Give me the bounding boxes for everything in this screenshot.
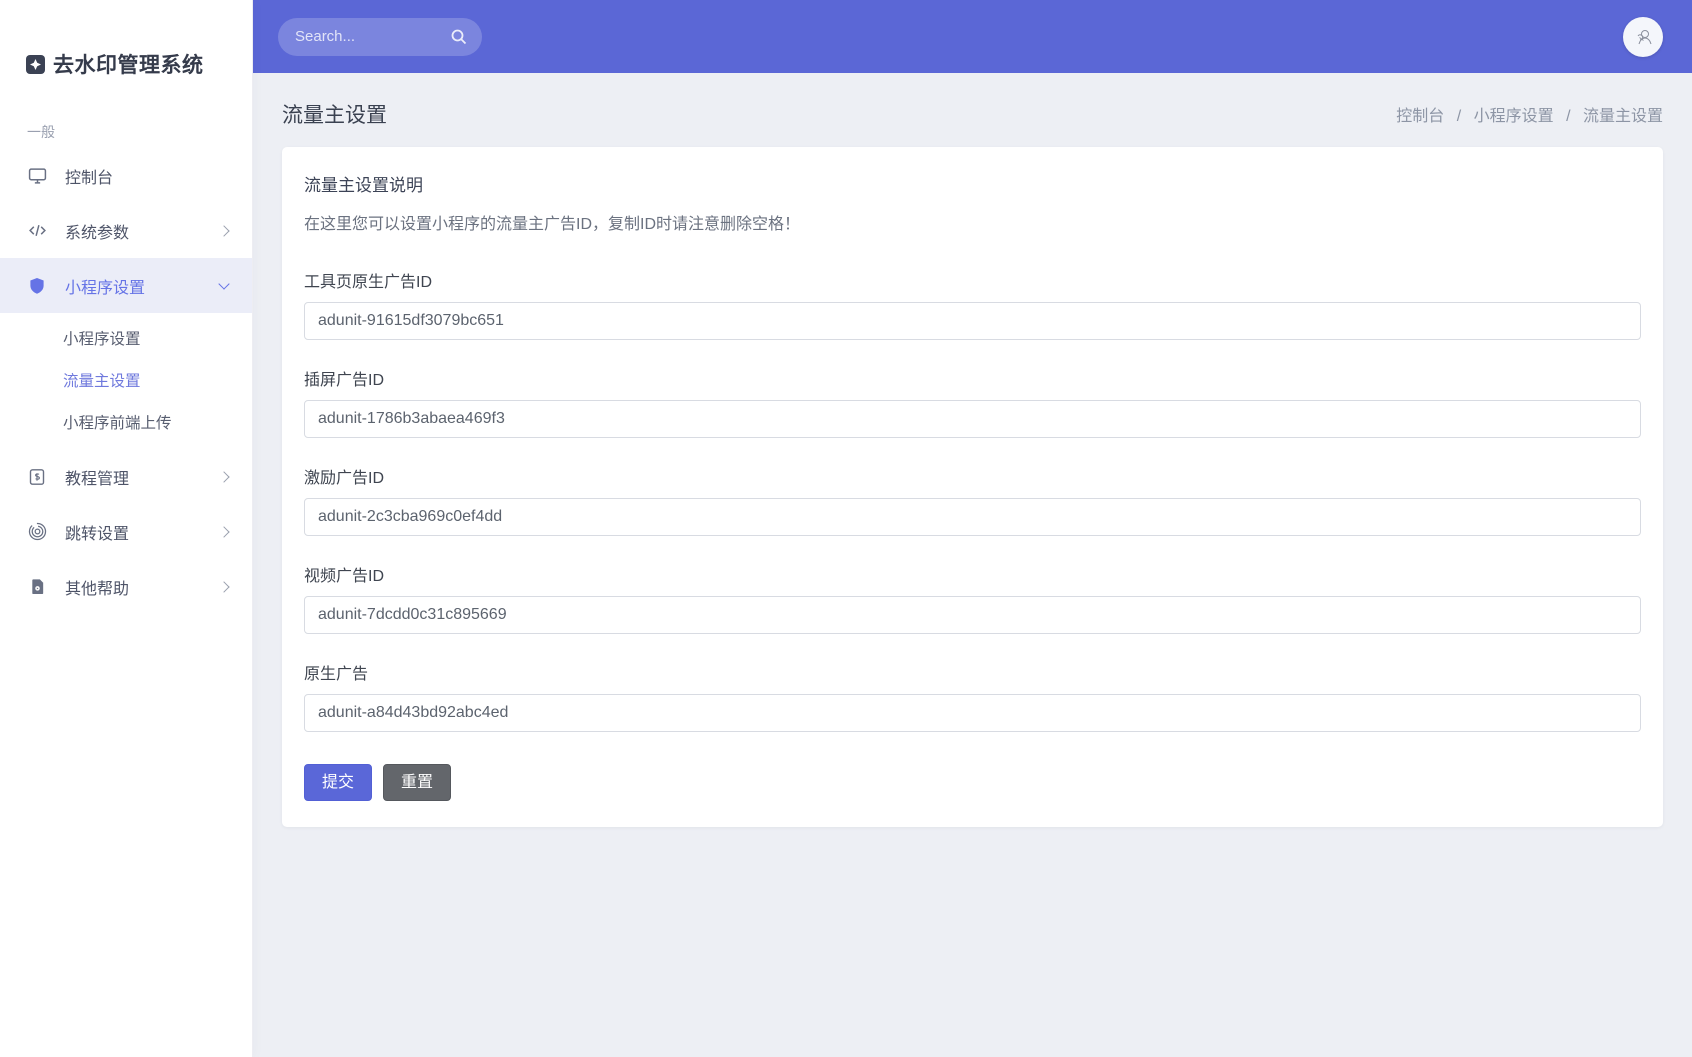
breadcrumb: 控制台 / 小程序设置 / 流量主设置: [1396, 102, 1663, 126]
chevron-right-icon: [218, 580, 230, 593]
breadcrumb-item-current: 流量主设置: [1582, 108, 1663, 125]
form-actions: 提交 重置: [304, 764, 1641, 802]
sidebar: 去水印管理系统 一般 控制台 系统参数 小程序设置 小程序设置 流量主设置 小程…: [0, 0, 253, 1057]
settings-card: 流量主设置说明 在这里您可以设置小程序的流量主广告ID，复制ID时请注意删除空格…: [282, 147, 1663, 828]
sidebar-item-system-params[interactable]: 系统参数: [0, 203, 252, 258]
interstitial-ad-id-input[interactable]: [304, 400, 1641, 438]
app-logo: 去水印管理系统: [0, 0, 252, 92]
card-title: 流量主设置说明: [304, 176, 423, 195]
submit-button[interactable]: 提交: [304, 764, 373, 802]
sidebar-item-label: 控制台: [65, 169, 114, 187]
form-group-video-ad: 视频广告ID: [304, 562, 1641, 634]
chevron-right-icon: [218, 470, 230, 483]
field-label: 原生广告: [304, 666, 369, 683]
sidebar-item-tutorial-management[interactable]: 教程管理: [0, 449, 252, 504]
search-icon[interactable]: [450, 28, 468, 46]
page-head: 流量主设置 控制台 / 小程序设置 / 流量主设置: [253, 73, 1692, 147]
search-bar: [278, 17, 482, 56]
submenu-item-miniprogram-settings[interactable]: 小程序设置: [0, 317, 252, 359]
code-icon: [27, 221, 47, 241]
reset-button[interactable]: 重置: [383, 764, 452, 802]
chevron-right-icon: [218, 525, 230, 538]
sidebar-section-label: 一般: [27, 124, 55, 140]
tutorial-book-icon: [27, 467, 47, 487]
form-group-native-ad: 原生广告: [304, 660, 1641, 732]
app-title: 去水印管理系统: [53, 54, 204, 77]
sidebar-item-console[interactable]: 控制台: [0, 148, 252, 203]
card-description: 在这里您可以设置小程序的流量主广告ID，复制ID时请注意删除空格！: [304, 216, 801, 233]
native-ad-id-input[interactable]: [304, 694, 1641, 732]
user-avatar[interactable]: [1623, 16, 1663, 57]
sidebar-item-label: 系统参数: [65, 224, 130, 242]
top-bar: [253, 0, 1692, 73]
form-group-interstitial-ad: 插屏广告ID: [304, 366, 1641, 438]
breadcrumb-item-console[interactable]: 控制台: [1396, 108, 1444, 125]
field-label: 工具页原生广告ID: [304, 274, 433, 291]
shield-icon: [27, 276, 47, 296]
page-title: 流量主设置: [282, 104, 387, 127]
monitor-icon: [27, 166, 47, 186]
chevron-right-icon: [218, 224, 230, 237]
rewarded-ad-id-input[interactable]: [304, 498, 1641, 536]
app-window: 去水印管理系统 一般 控制台 系统参数 小程序设置 小程序设置 流量主设置 小程…: [0, 0, 1692, 1057]
sidebar-item-redirect-settings[interactable]: 跳转设置: [0, 504, 252, 559]
submenu-item-traffic-settings[interactable]: 流量主设置: [0, 359, 252, 401]
main-area: 流量主设置 控制台 / 小程序设置 / 流量主设置 流量主设置说明 在这里您可以…: [253, 0, 1692, 1057]
document-icon: [27, 577, 47, 597]
sidebar-item-label: 跳转设置: [65, 525, 130, 543]
field-label: 激励广告ID: [304, 470, 385, 487]
sidebar-submenu: 小程序设置 流量主设置 小程序前端上传: [0, 313, 252, 449]
video-ad-id-input[interactable]: [304, 596, 1641, 634]
sidebar-item-miniprogram-settings[interactable]: 小程序设置: [0, 258, 252, 313]
breadcrumb-separator: /: [1456, 108, 1462, 125]
sidebar-item-label: 小程序设置: [65, 279, 146, 297]
form-group-tool-page-native-ad: 工具页原生广告ID: [304, 268, 1641, 340]
content-area: 流量主设置 控制台 / 小程序设置 / 流量主设置 流量主设置说明 在这里您可以…: [253, 73, 1692, 1057]
chevron-down-icon: [218, 277, 230, 290]
breadcrumb-item-miniprogram-settings[interactable]: 小程序设置: [1474, 108, 1554, 125]
field-label: 视频广告ID: [304, 568, 385, 585]
field-label: 插屏广告ID: [304, 372, 385, 389]
form-group-rewarded-ad: 激励广告ID: [304, 464, 1641, 536]
app-logo-icon: [26, 54, 45, 74]
fingerprint-icon: [27, 522, 47, 542]
breadcrumb-separator: /: [1566, 108, 1571, 125]
sidebar-item-other-help[interactable]: 其他帮助: [0, 559, 252, 614]
search-input[interactable]: [295, 28, 450, 45]
sidebar-item-label: 其他帮助: [65, 580, 130, 598]
submenu-item-frontend-upload[interactable]: 小程序前端上传: [0, 401, 252, 443]
sidebar-item-label: 教程管理: [65, 470, 130, 488]
tool-page-native-ad-id-input[interactable]: [304, 302, 1641, 340]
